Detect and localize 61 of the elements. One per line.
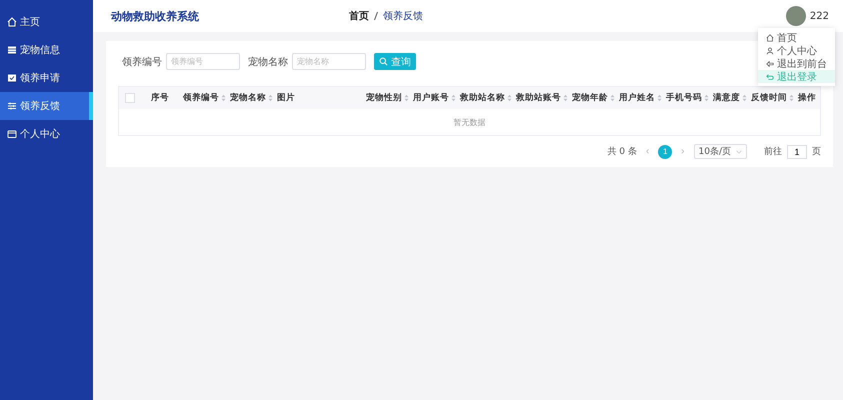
slash-icon xyxy=(373,11,379,21)
page-size-select[interactable]: 10条/页 xyxy=(694,144,747,159)
column-header: 手机号码 xyxy=(666,92,709,104)
search-field[interactable]: 宠物名称 xyxy=(292,53,366,70)
sort-icon[interactable] xyxy=(451,94,456,102)
column-header: 领养编号 xyxy=(183,92,226,104)
sort-icon[interactable] xyxy=(657,94,662,102)
column-header: 宠物名称 xyxy=(230,92,273,104)
sort-icon[interactable] xyxy=(742,94,747,102)
user-icon xyxy=(766,46,774,54)
menu-item[interactable]: 首页 xyxy=(758,31,835,44)
username: 222 xyxy=(810,10,829,22)
breadcrumb-item[interactable]: 首页 xyxy=(349,9,369,23)
column-header: 宠物性别 xyxy=(366,92,409,104)
column-header: 宠物年龄 xyxy=(572,92,615,104)
chevron-down-icon xyxy=(736,150,742,154)
avatar[interactable] xyxy=(786,6,806,26)
column-header: 用户账号 xyxy=(413,92,456,104)
total-count: 共 0 条 xyxy=(607,146,637,158)
sidebar-item[interactable]: 主页 xyxy=(0,8,93,36)
field-label: 宠物名称 xyxy=(248,56,288,68)
return-icon xyxy=(766,72,774,80)
table-icon xyxy=(7,45,17,55)
column-header: 图片 xyxy=(277,92,296,104)
page-suffix: 页 xyxy=(812,146,821,158)
empty-message: 暂无数据 xyxy=(454,116,486,128)
select-all-checkbox[interactable] xyxy=(125,93,135,103)
sort-icon[interactable] xyxy=(704,94,709,102)
search-field[interactable]: 领养编号 xyxy=(166,53,240,70)
sidebar-item[interactable]: 个人中心 xyxy=(0,120,93,148)
search-icon xyxy=(379,57,388,66)
breadcrumb-item: 领养反馈 xyxy=(383,10,423,23)
column-header: 序号 xyxy=(151,92,170,104)
sidebar-item[interactable]: 领养申请 xyxy=(0,64,93,92)
column-header: 反馈时间 xyxy=(751,92,794,104)
checkbox-icon xyxy=(7,73,17,83)
page-number-field[interactable]: 1 xyxy=(787,144,807,158)
column-header: 操作 xyxy=(798,92,816,104)
sort-icon[interactable] xyxy=(610,94,615,102)
sliders-icon xyxy=(7,101,17,111)
sort-icon[interactable] xyxy=(268,94,273,102)
sort-icon[interactable] xyxy=(789,94,794,102)
sidebar-item[interactable]: 宠物信息 xyxy=(0,36,93,64)
left-arrow-icon xyxy=(766,60,774,68)
field-label: 领养编号 xyxy=(122,56,162,68)
menu-item[interactable]: 个人中心 xyxy=(758,44,835,57)
home-icon xyxy=(7,17,17,27)
sort-icon[interactable] xyxy=(507,94,512,102)
menu-item[interactable]: 退出到前台 xyxy=(758,57,835,70)
column-header: 用户姓名 xyxy=(619,92,662,104)
column-header: 救助站名称 xyxy=(460,92,512,104)
card-icon xyxy=(7,129,17,139)
goto-label: 前往 xyxy=(764,146,782,158)
column-header: 满意度 xyxy=(713,92,747,104)
sort-icon[interactable] xyxy=(404,94,409,102)
app-title: 动物救助收养系统 xyxy=(111,8,199,24)
column-header: 救助站账号 xyxy=(516,92,568,104)
sort-icon[interactable] xyxy=(221,94,226,102)
sidebar-item[interactable]: 领养反馈 xyxy=(0,92,93,120)
sort-icon[interactable] xyxy=(563,94,568,102)
home-icon xyxy=(766,34,774,42)
